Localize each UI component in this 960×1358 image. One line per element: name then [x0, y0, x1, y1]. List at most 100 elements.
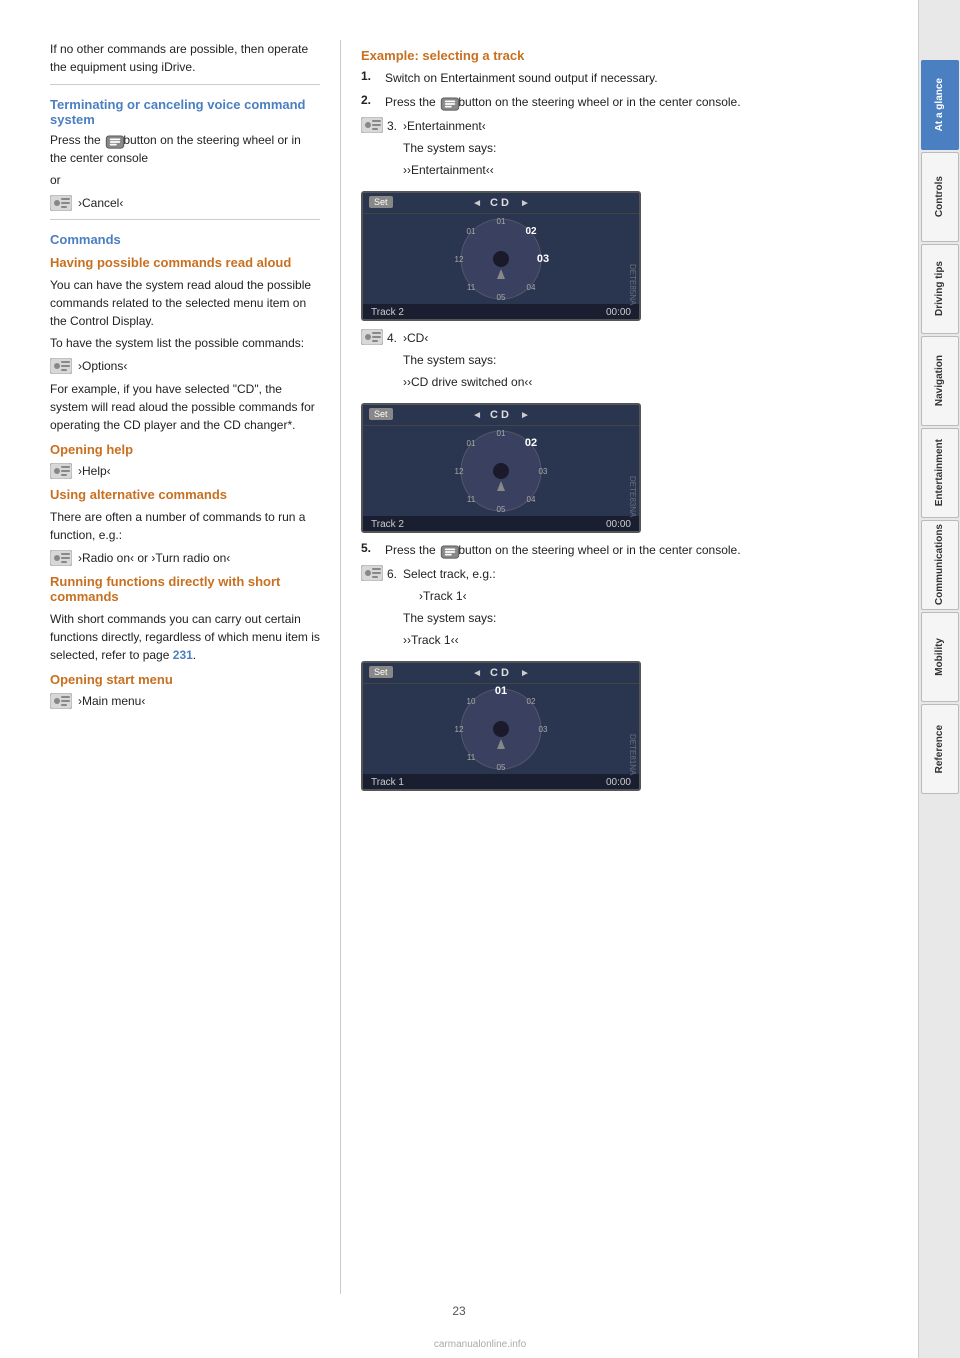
step6-num: 6.: [387, 565, 397, 583]
using-alt-body: There are often a number of commands to …: [50, 508, 320, 544]
sidebar: At a glance Controls Driving tips Naviga…: [918, 0, 960, 1358]
having-body2: To have the system list the possible com…: [50, 334, 320, 352]
cancel-command: ›Cancel‹: [50, 195, 320, 211]
voice-icon-step4: [361, 329, 383, 345]
cd1-track-label: Track 2: [371, 307, 404, 318]
svg-text:12: 12: [455, 255, 464, 264]
step6-system-says: The system says:: [403, 609, 496, 627]
intro-text: If no other commands are possible, then …: [50, 40, 320, 76]
voice-icon-options: [50, 358, 72, 374]
cd1-arrow-left: ◄: [472, 198, 482, 209]
cd-display-3: Set ◄ CD ► 01 02: [361, 661, 641, 791]
step4-says: The system says:: [403, 351, 532, 369]
svg-text:03: 03: [537, 253, 549, 265]
svg-text:01: 01: [467, 439, 476, 448]
voice-icon-step6: [361, 565, 383, 581]
sidebar-tab-communications-label: Communications: [934, 524, 945, 605]
running-body: With short commands you can carry out ce…: [50, 610, 320, 664]
svg-text:03: 03: [539, 467, 548, 476]
step3-response: ››Entertainment‹‹: [403, 161, 496, 179]
step-4-row: 4. ›CD‹ The system says: ››CD drive swit…: [361, 329, 898, 395]
step6-select: Select track, e.g.:: [403, 565, 496, 583]
step3-says: The system says:: [403, 139, 496, 157]
cd3-set-btn: Set: [369, 666, 393, 678]
cd1-title: CD: [490, 197, 512, 209]
watermark-1: DETE85NA: [628, 264, 637, 305]
cd3-arrow-left: ◄: [472, 668, 482, 679]
sidebar-tab-controls-label: Controls: [934, 176, 945, 217]
step6-response: ››Track 1‹‹: [403, 631, 496, 649]
cancel-text: ›Cancel‹: [78, 196, 123, 210]
svg-text:01: 01: [495, 685, 507, 697]
step-3-row: 3. ›Entertainment‹ The system says: ››En…: [361, 117, 898, 183]
step4-cmd: ›CD‹: [403, 329, 532, 347]
radio-text: ›Radio on‹ or ›Turn radio on‹: [78, 551, 230, 565]
cd2-set-btn: Set: [369, 408, 393, 420]
sidebar-tab-entertainment-label: Entertainment: [934, 439, 945, 506]
main-menu-command: ›Main menu‹: [50, 693, 320, 709]
svg-text:05: 05: [497, 763, 506, 772]
svg-text:12: 12: [455, 725, 464, 734]
help-command: ›Help‹: [50, 463, 320, 479]
terminating-body: Press the button on the steering wheel o…: [50, 131, 320, 167]
cd3-time: 00:00: [606, 777, 631, 788]
cd2-arrow-left: ◄: [472, 410, 482, 421]
options-command: ›Options‹: [50, 358, 320, 374]
terminating-heading: Terminating or canceling voice command s…: [50, 97, 320, 127]
svg-text:05: 05: [497, 505, 506, 514]
svg-text:01: 01: [467, 227, 476, 236]
step3-cmd: ›Entertainment‹: [403, 117, 496, 135]
cd2-time: 00:00: [606, 519, 631, 530]
help-text: ›Help‹: [78, 464, 111, 478]
voice-icon-radio: [50, 550, 72, 566]
svg-text:01: 01: [497, 217, 506, 226]
cd1-set-btn: Set: [369, 196, 393, 208]
cd2-title: CD: [490, 409, 512, 421]
watermark-2: DETE83NA: [628, 476, 637, 517]
cd2-disc: 01 02 03 04 05 11 12 01: [451, 426, 551, 516]
step-1: 1. Switch on Entertainment sound output …: [361, 69, 898, 87]
sidebar-tab-entertainment[interactable]: Entertainment: [921, 428, 959, 518]
svg-text:05: 05: [497, 293, 506, 302]
having-body1: You can have the system read aloud the p…: [50, 276, 320, 330]
voice-icon-step3: [361, 117, 383, 133]
sidebar-tab-navigation-label: Navigation: [934, 355, 945, 406]
sidebar-tab-at-a-glance-label: At a glance: [934, 78, 945, 131]
cd-display-2: Set ◄ CD ► 01 02: [361, 403, 641, 533]
sidebar-tab-at-a-glance[interactable]: At a glance: [921, 60, 959, 150]
sidebar-tab-driving-tips[interactable]: Driving tips: [921, 244, 959, 334]
step5-text: Press the button on the steering wheel o…: [385, 541, 898, 559]
sidebar-tab-navigation[interactable]: Navigation: [921, 336, 959, 426]
sidebar-tab-mobility[interactable]: Mobility: [921, 612, 959, 702]
step6-cmd: ›Track 1‹: [403, 587, 496, 605]
step1-text: Switch on Entertainment sound output if …: [385, 69, 898, 87]
radio-command: ›Radio on‹ or ›Turn radio on‹: [50, 550, 320, 566]
cd2-track-label: Track 2: [371, 519, 404, 530]
sidebar-tab-driving-tips-label: Driving tips: [934, 261, 945, 316]
commands-heading: Commands: [50, 232, 320, 247]
svg-text:03: 03: [539, 725, 548, 734]
running-page-link[interactable]: 231: [173, 648, 193, 662]
step3-num: 3.: [387, 117, 397, 135]
voice-icon-main-menu: [50, 693, 72, 709]
step4-response: ››CD drive switched on‹‹: [403, 373, 532, 391]
having-heading: Having possible commands read aloud: [50, 255, 320, 270]
sidebar-tab-reference[interactable]: Reference: [921, 704, 959, 794]
svg-text:12: 12: [455, 467, 464, 476]
sidebar-tab-controls[interactable]: Controls: [921, 152, 959, 242]
main-menu-text: ›Main menu‹: [78, 694, 145, 708]
svg-text:04: 04: [527, 283, 536, 292]
sidebar-tab-mobility-label: Mobility: [934, 638, 945, 676]
using-alt-heading: Using alternative commands: [50, 487, 320, 502]
sidebar-tab-communications[interactable]: Communications: [921, 520, 959, 610]
cd2-arrow-right: ►: [520, 410, 530, 421]
svg-text:02: 02: [525, 226, 537, 237]
cd1-disc: 01 02 03 04 05 11 12 01: [451, 214, 551, 304]
cd-display-1: Set ◄ CD ► 01: [361, 191, 641, 321]
voice-icon-cancel: [50, 195, 72, 211]
svg-text:04: 04: [527, 495, 536, 504]
cd3-disc: 01 02 03 05 11 12 10: [451, 684, 551, 774]
svg-text:11: 11: [467, 753, 476, 762]
svg-text:01: 01: [497, 429, 506, 438]
cd3-title: CD: [490, 667, 512, 679]
